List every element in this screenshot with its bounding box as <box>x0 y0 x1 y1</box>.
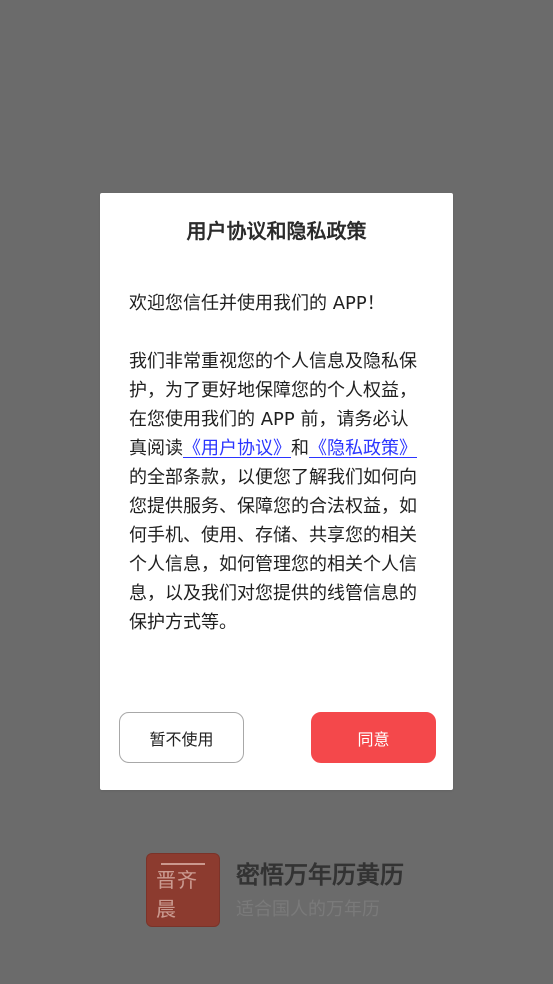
dialog-body: 欢迎您信任并使用我们的 APP！ 我们非常重视您的个人信息及隐私保护，为了更好地… <box>129 289 426 637</box>
welcome-text: 欢迎您信任并使用我们的 APP！ <box>129 293 385 314</box>
privacy-agreement-dialog: 用户协议和隐私政策 欢迎您信任并使用我们的 APP！ 我们非常重视您的个人信息及… <box>100 193 453 790</box>
logo-seal-text: 晋齐晨 <box>156 868 198 921</box>
calendar-seal-logo-icon: 晋齐晨 <box>146 853 220 927</box>
dialog-title: 用户协议和隐私政策 <box>186 219 367 243</box>
description-text-after-links: 的全部条款，以便您了解我们如何向您提供服务、保障您的合法权益，如何手机、使用、存… <box>129 467 417 633</box>
privacy-description: 我们非常重视您的个人信息及隐私保护，为了更好地保障您的个人权益，在您使用我们的 … <box>129 347 426 637</box>
conjunction-text: 和 <box>291 438 309 459</box>
app-title: 密悟万年历黄历 <box>236 861 404 889</box>
app-subtitle: 适合国人的万年历 <box>236 899 380 920</box>
privacy-policy-link[interactable]: 《隐私政策》 <box>309 438 417 459</box>
decline-button[interactable]: 暂不使用 <box>119 712 244 763</box>
app-brand: 晋齐晨 密悟万年历黄历 适合国人的万年历 <box>146 853 446 929</box>
user-agreement-link[interactable]: 《用户协议》 <box>183 438 291 459</box>
accept-button[interactable]: 同意 <box>311 712 436 763</box>
